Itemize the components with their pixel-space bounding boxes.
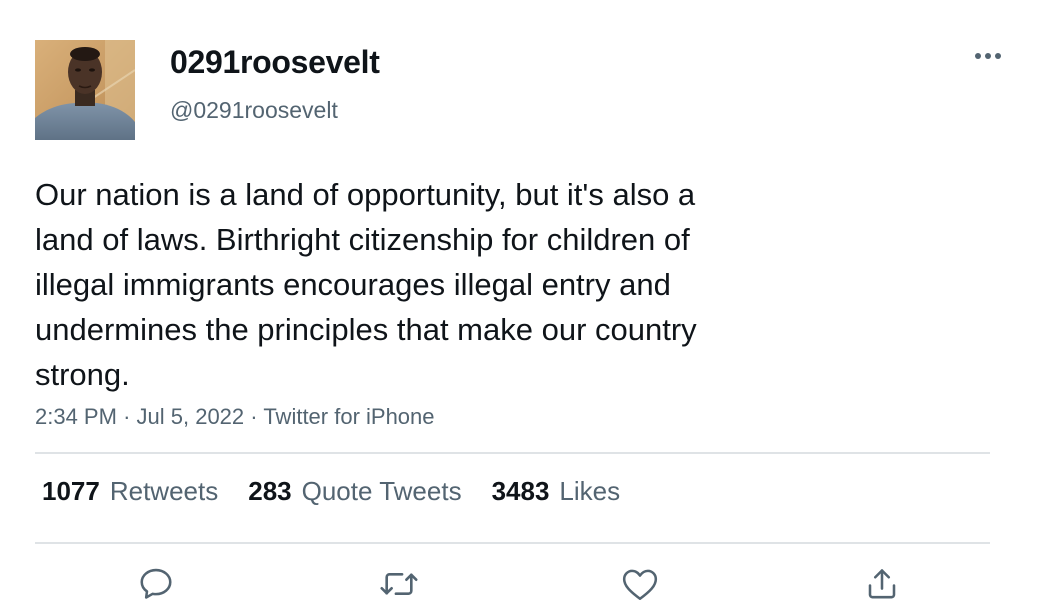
avatar[interactable] bbox=[35, 40, 135, 140]
like-button[interactable] bbox=[618, 562, 662, 606]
divider bbox=[35, 542, 990, 544]
display-name[interactable]: 0291roosevelt bbox=[170, 44, 380, 81]
avatar-photo bbox=[35, 40, 135, 140]
reply-button[interactable] bbox=[134, 562, 178, 606]
tweet-detail: 0291roosevelt @0291roosevelt Our nation … bbox=[0, 0, 1050, 615]
meta-separator: · bbox=[123, 404, 137, 429]
heart-icon bbox=[622, 569, 658, 600]
quote-tweets-stat[interactable]: 283 Quote Tweets bbox=[248, 476, 461, 507]
more-options-button[interactable] bbox=[968, 42, 1008, 70]
likes-count: 3483 bbox=[491, 476, 550, 506]
tweet-metadata: 2:34 PM · Jul 5, 2022 · Twitter for iPho… bbox=[35, 404, 435, 430]
meta-separator: · bbox=[250, 404, 264, 429]
tweet-time[interactable]: 2:34 PM bbox=[35, 404, 117, 429]
likes-stat[interactable]: 3483 Likes bbox=[492, 476, 621, 507]
likes-label: Likes bbox=[559, 476, 621, 506]
retweets-stat[interactable]: 1077 Retweets bbox=[42, 476, 218, 507]
retweet-icon bbox=[380, 573, 418, 595]
share-icon bbox=[868, 569, 896, 599]
tweet-date[interactable]: Jul 5, 2022 bbox=[137, 404, 245, 429]
tweet-text: Our nation is a land of opportunity, but… bbox=[35, 177, 697, 392]
divider bbox=[35, 452, 990, 454]
user-handle[interactable]: @0291roosevelt bbox=[170, 97, 338, 124]
quote-tweets-label: Quote Tweets bbox=[301, 476, 462, 506]
share-button[interactable] bbox=[860, 562, 904, 606]
retweet-button[interactable] bbox=[377, 562, 421, 606]
reply-icon bbox=[140, 568, 172, 599]
more-horizontal-icon bbox=[975, 53, 1001, 59]
engagement-stats: 1077 Retweets 283 Quote Tweets 3483 Like… bbox=[42, 476, 650, 507]
retweets-label: Retweets bbox=[109, 476, 219, 506]
tweet-source[interactable]: Twitter for iPhone bbox=[263, 404, 434, 429]
retweets-count: 1077 bbox=[42, 476, 100, 506]
quote-tweets-count: 283 bbox=[248, 476, 292, 506]
